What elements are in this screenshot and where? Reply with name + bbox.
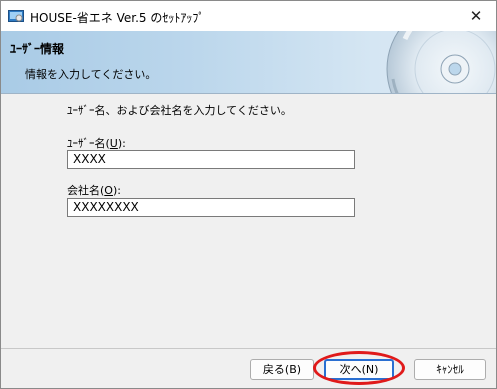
title-bar: HOUSE-省エネ Ver.5 のｾｯﾄｱｯﾌﾟ ✕ xyxy=(1,1,496,31)
user-name-label-suffix: ): xyxy=(117,137,126,150)
page-title: ﾕｰｻﾞｰ情報 xyxy=(10,42,65,56)
company-name-label-text: 会社名( xyxy=(67,184,105,197)
setup-window: HOUSE-省エネ Ver.5 のｾｯﾄｱｯﾌﾟ ✕ ﾕｰｻﾞｰ情報 情報を入力… xyxy=(0,0,497,389)
company-name-label-accesskey: O xyxy=(104,184,113,197)
installer-app-icon xyxy=(8,10,24,22)
company-name-input[interactable]: XXXXXXXX xyxy=(67,198,355,217)
close-icon[interactable]: ✕ xyxy=(456,1,496,31)
user-name-label-accesskey: U xyxy=(109,137,118,150)
page-subtitle: 情報を入力してください。 xyxy=(25,68,157,81)
window-title: HOUSE-省エネ Ver.5 のｾｯﾄｱｯﾌﾟ xyxy=(30,11,205,25)
footer-divider xyxy=(1,348,496,349)
user-name-input[interactable]: XXXX xyxy=(67,150,355,169)
cd-disc-icon xyxy=(386,31,496,93)
company-name-label: 会社名(O): xyxy=(67,182,121,198)
header-banner: ﾕｰｻﾞｰ情報 情報を入力してください。 xyxy=(1,31,496,94)
user-name-label-text: ﾕｰｻﾞｰ名( xyxy=(67,137,110,150)
back-button[interactable]: 戻る(B) xyxy=(250,359,314,380)
form-panel: ﾕｰｻﾞｰ名、および会社名を入力してください。 ﾕｰｻﾞｰ名(U): XXXX … xyxy=(1,94,496,350)
company-name-label-suffix: ): xyxy=(112,184,121,197)
instruction-text: ﾕｰｻﾞｰ名、および会社名を入力してください。 xyxy=(67,104,292,117)
next-button[interactable]: 次へ(N) xyxy=(324,359,394,380)
user-name-label: ﾕｰｻﾞｰ名(U): xyxy=(67,135,126,151)
cancel-button[interactable]: ｷｬﾝｾﾙ xyxy=(414,359,486,380)
